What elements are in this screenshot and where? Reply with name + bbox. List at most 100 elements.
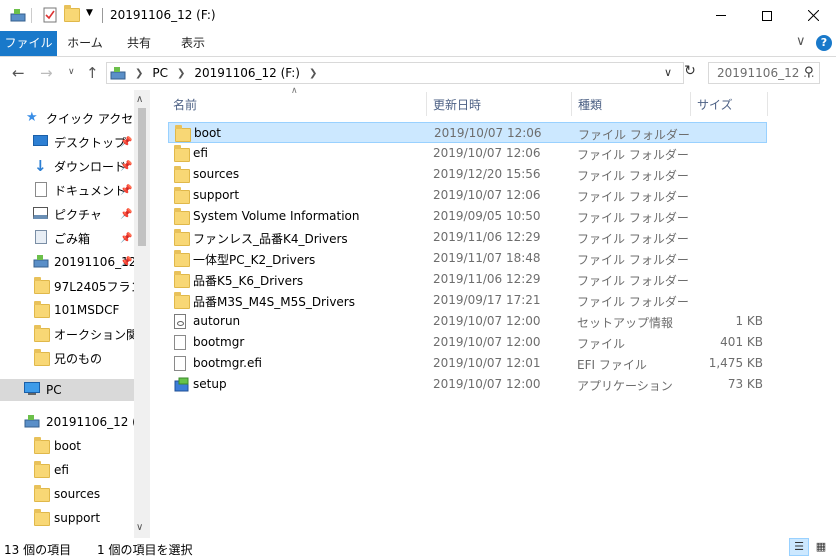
column-divider[interactable] [571,92,572,116]
file-name: bootmgr [193,335,245,349]
table-row[interactable]: 品番M3S_M4S_M5S_Drivers 2019/09/17 17:21 ファイ… [168,290,767,311]
nav-item-folder[interactable]: 101MSDCF [0,299,134,321]
pin-icon[interactable]: 📌 [120,185,132,196]
close-button[interactable] [790,0,836,31]
column-header-date[interactable]: 更新日時 [433,96,481,113]
nav-item-efi[interactable]: efi [0,459,134,481]
file-date: 2019/10/07 12:06 [433,146,541,160]
folder-icon [34,277,50,296]
table-row[interactable]: boot 2019/10/07 12:06 ファイル フォルダー [168,122,767,143]
breadcrumb-pc[interactable]: PC [152,66,168,80]
maximize-icon [762,10,772,21]
column-header-size[interactable]: サイズ [697,96,733,113]
search-icon[interactable]: ⚲ [804,65,814,80]
file-date: 2019/10/07 12:00 [433,335,541,349]
drive-app-icon[interactable] [10,7,26,26]
file-size: 1,475 KB [708,356,763,370]
nav-item-folder[interactable]: 兄のもの [0,347,134,369]
ribbon: ファイル ホーム 共有 表示 ∨ [0,31,836,57]
file-date: 2019/10/07 12:00 [433,314,541,328]
nav-item-pictures[interactable]: ピクチャ 📌 [0,203,134,225]
column-divider[interactable] [767,92,768,116]
folder-icon [34,349,50,368]
address-dropdown-icon[interactable]: ∨ [664,66,672,79]
breadcrumb: ❯ PC ❯ 20191106_12 (F:) ❯ [110,66,326,80]
file-name: autorun [193,314,241,328]
file-name: efi [193,146,208,160]
pin-icon[interactable]: 📌 [120,161,132,172]
nav-item-drive-shortcut[interactable]: 20191106_12 📌 [0,251,134,273]
table-row[interactable]: bootmgr 2019/10/07 12:00 ファイル 401 KB [168,332,767,353]
nav-item-boot[interactable]: boot [0,435,134,457]
maximize-button[interactable] [744,0,790,31]
nav-quick-access[interactable]: ★ クイック アクセス [0,107,134,129]
pin-icon[interactable]: 📌 [120,233,132,244]
item-count: 13 個の項目 [4,543,72,557]
table-row[interactable]: efi 2019/10/07 12:06 ファイル フォルダー [168,143,767,164]
recycle-bin-icon [35,230,51,246]
help-icon[interactable]: ? [816,35,832,51]
up-arrow-icon[interactable]: ↑ [86,64,99,82]
scrollbar-thumb[interactable] [138,108,146,246]
nav-item-downloads[interactable]: ↓ ダウンロード 📌 [0,155,134,177]
file-type: EFI ファイル [577,358,647,372]
title-bar: ▼ 20191106_12 (F:) [0,0,836,31]
nav-item-documents[interactable]: ドキュメント 📌 [0,179,134,201]
new-folder-icon[interactable] [64,5,80,25]
file-date: 2019/11/06 12:29 [433,272,541,286]
close-icon [807,10,819,21]
folder-icon [34,301,50,320]
expand-ribbon-icon[interactable]: ∨ [796,34,806,49]
table-row[interactable]: bootmgr.efi 2019/10/07 12:01 EFI ファイル 1,475… [168,353,767,374]
large-icons-view-button[interactable]: ▦ [811,538,831,556]
table-row[interactable]: autorun 2019/10/07 12:00 セットアップ情報 1 KB [168,311,767,332]
tab-home[interactable]: ホーム [62,31,108,56]
title-separator [102,8,103,23]
column-header-name[interactable]: 名前 [173,96,197,113]
folder-icon [174,271,190,291]
file-name: ファンレス_品番K4_Drivers [193,232,348,246]
folder-icon [174,292,190,312]
nav-item-folder[interactable]: オークション関係 [0,323,134,345]
minimize-button[interactable] [698,0,744,31]
file-type: ファイル フォルダー [577,232,689,246]
pin-icon[interactable]: 📌 [120,209,132,220]
refresh-icon[interactable]: ↻ [681,63,699,83]
scroll-down-icon[interactable]: ∨ [136,522,143,533]
folder-icon [34,461,50,480]
file-date: 2019/09/17 17:21 [433,293,541,307]
breadcrumb-drive[interactable]: 20191106_12 (F:) [194,66,300,80]
back-arrow-icon[interactable]: ← [12,64,25,82]
scroll-up-icon[interactable]: ∧ [136,94,143,105]
customize-quick-access-icon[interactable]: ▼ [86,8,93,18]
nav-item-folder[interactable]: 97L2405フランジ [0,275,134,297]
tab-share[interactable]: 共有 [116,31,162,56]
pin-icon[interactable]: 📌 [120,137,132,148]
nav-item-pc[interactable]: PC [0,379,134,401]
nav-item-drive[interactable]: 20191106_12 (F:) [0,411,134,433]
table-row[interactable]: sources 2019/12/20 15:56 ファイル フォルダー [168,164,767,185]
properties-icon[interactable] [42,7,58,26]
file-icon [174,335,186,353]
tab-file[interactable]: ファイル [0,31,57,56]
nav-item-support[interactable]: support [0,507,134,529]
tab-view[interactable]: 表示 [170,31,216,56]
table-row[interactable]: 一体型PC_K2_Drivers 2019/11/07 18:48 ファイル フォル… [168,248,767,269]
table-row[interactable]: support 2019/10/07 12:06 ファイル フォルダー [168,185,767,206]
column-header-type[interactable]: 種類 [578,96,602,113]
sort-ascending-icon: ∧ [291,86,298,96]
recent-locations-icon[interactable]: ∨ [68,67,75,77]
table-row[interactable]: ファンレス_品番K4_Drivers 2019/11/06 12:29 ファイル フ… [168,227,767,248]
pin-icon[interactable]: 📌 [120,257,132,268]
nav-item-sources[interactable]: sources [0,483,134,505]
table-row[interactable]: 品番K5_K6_Drivers 2019/11/06 12:29 ファイル フォルダ… [168,269,767,290]
download-icon: ↓ [34,157,47,175]
column-divider[interactable] [426,92,427,116]
column-divider[interactable] [690,92,691,116]
nav-item-recycle-bin[interactable]: ごみ箱 📌 [0,227,134,249]
forward-arrow-icon[interactable]: → [40,64,53,82]
nav-item-desktop[interactable]: デスクトップ 📌 [0,131,134,153]
table-row[interactable]: setup 2019/10/07 12:00 アプリケーション 73 KB [168,374,767,395]
details-view-button[interactable]: ☰ [789,538,809,556]
table-row[interactable]: System Volume Information 2019/09/05 10:5… [168,206,767,227]
